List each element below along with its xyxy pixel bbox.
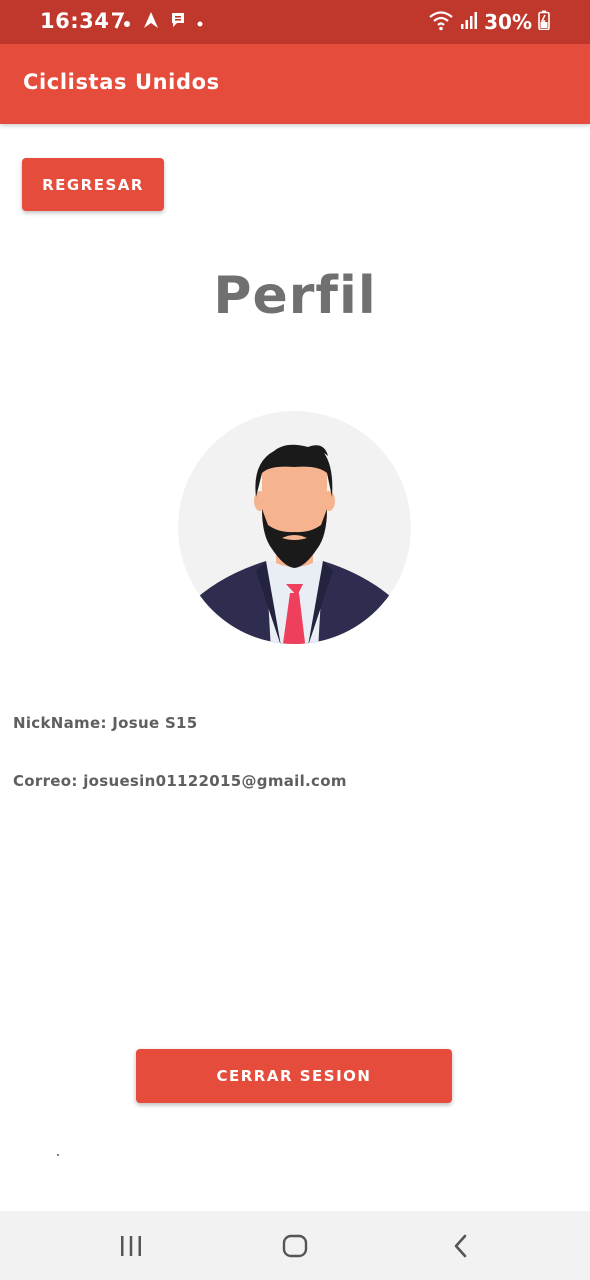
back-button[interactable]: REGRESAR [22, 158, 164, 211]
status-time: 16:34 [40, 9, 110, 33]
app-bar: Ciclistas Unidos [0, 44, 590, 124]
home-icon[interactable] [255, 1211, 335, 1280]
battery-charging-icon [538, 10, 550, 34]
stray-dot [57, 1154, 59, 1156]
page-title: Perfil [213, 266, 377, 326]
email-text: Correo: josuesin01122015@gmail.com [13, 772, 347, 790]
logout-button[interactable]: CERRAR SESION [136, 1049, 452, 1103]
app-title: Ciclistas Unidos [23, 70, 220, 94]
nickname-text: NickName: Josue S15 [13, 714, 198, 732]
message-notification-icon [170, 11, 186, 34]
back-icon[interactable] [421, 1211, 501, 1280]
signal-icon [460, 10, 478, 34]
status-right: 30% [428, 8, 550, 36]
wifi-icon [428, 9, 454, 35]
percent-notification-icon [110, 10, 132, 35]
status-bar: 16:34 30% [0, 0, 590, 44]
navigation-bar [0, 1211, 590, 1280]
arrow-notification-icon [142, 10, 160, 35]
avatar [178, 411, 411, 644]
dot-icon [196, 12, 204, 33]
notification-icons [110, 8, 204, 36]
battery-percentage: 30% [484, 10, 532, 34]
recents-icon[interactable] [91, 1211, 171, 1280]
